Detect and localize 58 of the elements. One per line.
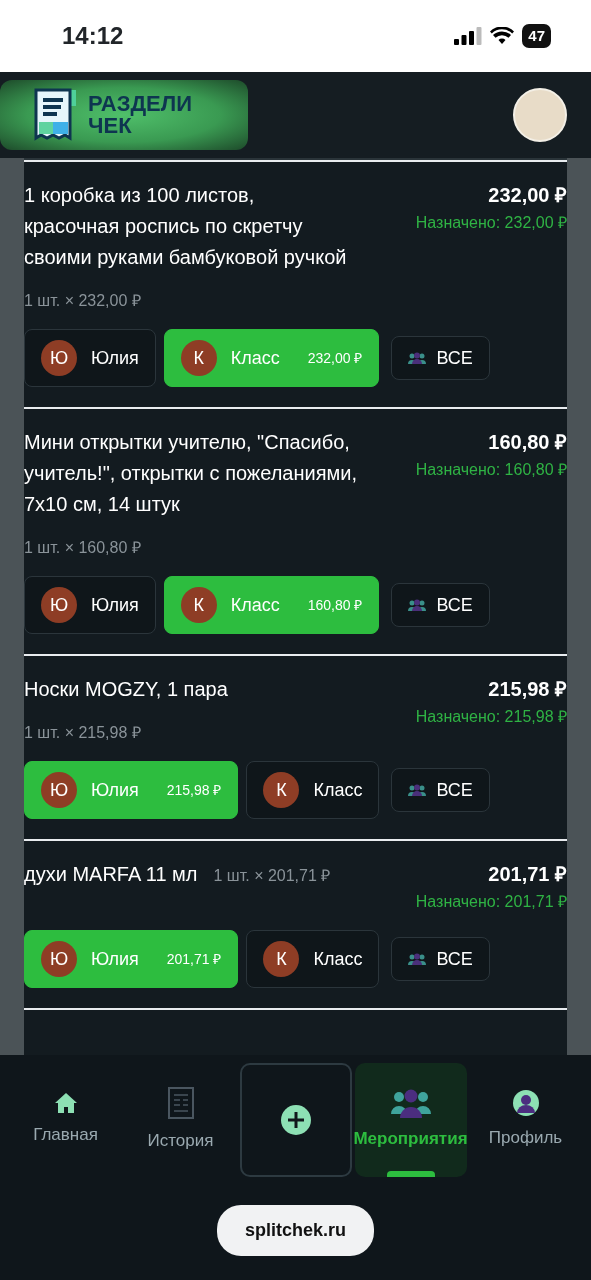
participant-avatar: К (263, 941, 300, 977)
url-bar[interactable]: splitchek.ru (217, 1205, 374, 1256)
participant-avatar: К (180, 340, 217, 376)
assigned-amount: Назначено: 201,71 ₽ (415, 892, 567, 912)
item-name: 1 коробка из 100 листов, красочная роспись по скретчу своими руками бамбуковой ручкой (24, 183, 348, 270)
assigned-amount: Назначено: 160,80 ₽ (415, 460, 567, 480)
user-avatar[interactable] (513, 88, 567, 142)
nav-tab[interactable]: Главная (9, 1063, 122, 1177)
participant-chip[interactable]: К Класс 160,80 ₽ (163, 576, 380, 634)
item-quantity: 1 шт. × 215,98 ₽ (24, 723, 142, 743)
active-indicator (386, 1171, 435, 1177)
signal-icon (454, 27, 483, 45)
participant-avatar: Ю (41, 587, 77, 623)
participant-chip[interactable]: Ю Юлия (24, 329, 156, 387)
participant-chip[interactable]: Ю Юлия 201,71 ₽ (24, 930, 239, 988)
wifi-icon (490, 27, 515, 45)
participant-chip[interactable]: Ю Юлия (24, 576, 156, 634)
logo-text: РАЗДЕЛИ ЧЕК (88, 93, 193, 137)
assigned-amount: Назначено: 232,00 ₽ (415, 213, 567, 233)
select-all-button[interactable]: ВСЕ (391, 768, 490, 812)
select-all-button[interactable]: ВСЕ (391, 937, 490, 981)
participant-avatar: Ю (41, 340, 77, 376)
receipt-icon (166, 1086, 195, 1121)
participant-avatar: Ю (41, 772, 77, 808)
item-quantity: 1 шт. × 201,71 ₽ (213, 866, 331, 886)
participant-chip[interactable]: К Класс (246, 930, 380, 988)
group-icon (408, 599, 427, 611)
plus-circle-icon (279, 1104, 312, 1136)
item-price: 215,98 ₽ (487, 677, 567, 702)
participant-avatar: Ю (41, 941, 77, 977)
item-name: духи MARFA 11 мл (24, 862, 198, 887)
participant-chip[interactable]: К Класс (246, 761, 380, 819)
nav-tab[interactable]: Мероприятия (354, 1063, 467, 1177)
item-quantity: 1 шт. × 160,80 ₽ (24, 538, 142, 558)
select-all-button[interactable]: ВСЕ (391, 336, 490, 380)
nav-tab[interactable] (239, 1063, 352, 1177)
item-price: 232,00 ₽ (487, 183, 567, 208)
item-name: Носки MOGZY, 1 пара (24, 677, 229, 702)
home-icon (53, 1092, 78, 1115)
user-icon (511, 1089, 540, 1118)
participant-avatar: К (180, 587, 217, 623)
nav-tab[interactable]: Профиль (469, 1063, 582, 1177)
item-price: 201,71 ₽ (487, 862, 567, 887)
participant-chip[interactable]: К Класс 232,00 ₽ (163, 329, 380, 387)
nav-tab[interactable]: История (124, 1063, 237, 1177)
assigned-amount: Назначено: 215,98 ₽ (415, 707, 567, 727)
group-icon (408, 352, 427, 364)
participant-avatar: К (263, 772, 300, 808)
group-icon (390, 1088, 431, 1119)
item-quantity: 1 шт. × 232,00 ₽ (24, 291, 142, 311)
select-all-button[interactable]: ВСЕ (391, 583, 490, 627)
group-icon (408, 784, 427, 796)
group-icon (408, 953, 427, 965)
item-price: 160,80 ₽ (487, 430, 567, 455)
participant-chip[interactable]: Ю Юлия 215,98 ₽ (24, 761, 239, 819)
item-name: Мини открытки учителю, "Спасибо, учитель!", открытки с пожеланиями, 7х10 см, 14 штук (24, 430, 359, 517)
status-time: 14:12 (62, 21, 124, 51)
battery-level: 47 (522, 23, 551, 49)
